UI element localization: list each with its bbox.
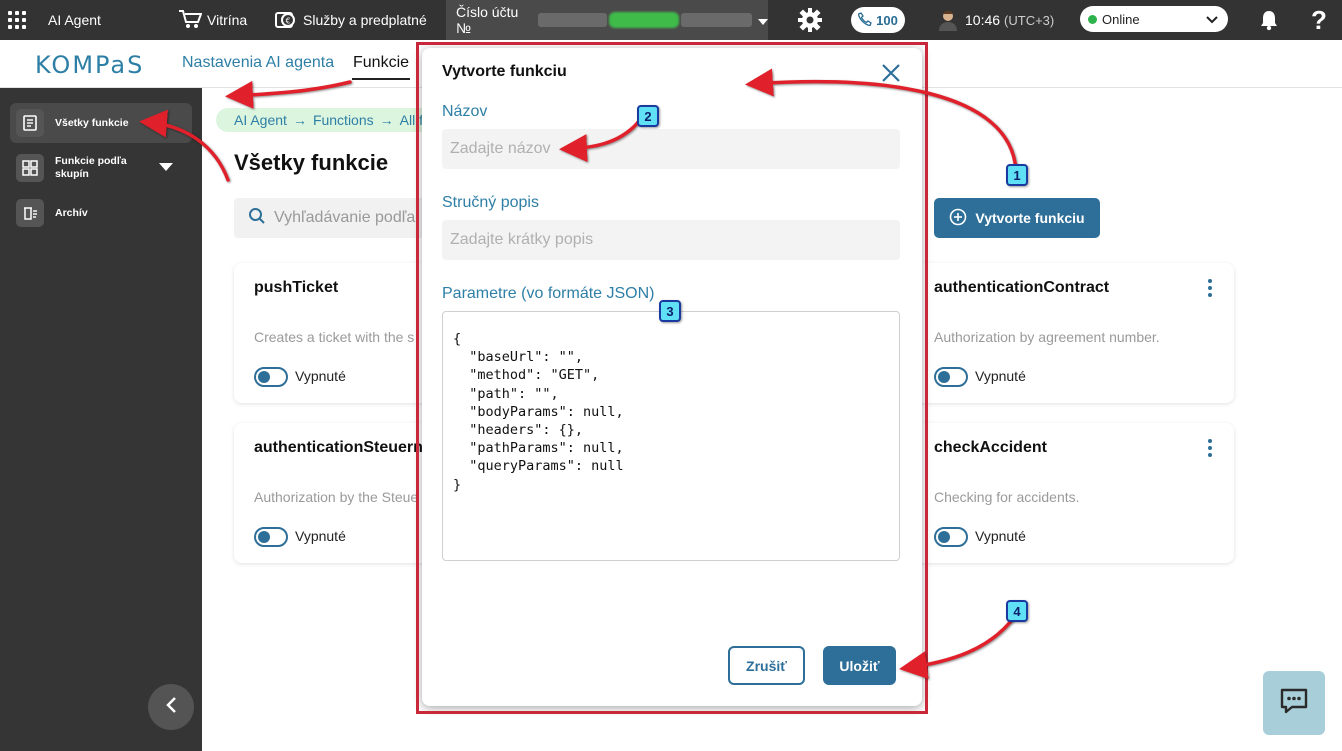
annotation-badge: 1 [1006,164,1028,186]
function-title: authenticationContract [934,279,1110,296]
user-avatar[interactable] [938,0,958,40]
more-vert-icon[interactable] [1208,439,1212,457]
chat-icon [1279,687,1309,720]
active-tab-underline [352,78,410,80]
parameters-label: Parametre (vo formáte JSON) [442,285,655,302]
annotation-badge: 2 [637,105,659,127]
calls-count: 100 [876,12,898,28]
app-name: AI Agent [48,12,101,28]
annotation-badge: 4 [1006,600,1028,622]
nav-agent-settings[interactable]: Nastavenia AI agenta [182,54,334,72]
bell-icon[interactable] [1259,0,1279,40]
showcase-link[interactable]: Vitrína [178,0,247,40]
sidebar-item-label: Všetky funkcie [55,117,129,129]
calls-counter[interactable]: 100 [851,7,905,33]
apps-grid-icon[interactable] [8,0,26,40]
status-dot [1088,14,1097,24]
function-description: Authorization by agreement number. [934,329,1160,345]
create-function-label: Vytvorte funkciu [975,210,1085,226]
description-placeholder: Zadajte krátky popis [450,231,594,248]
time-value: 10:46 [965,12,1001,28]
showcase-label: Vitrína [207,12,248,28]
arrow-right-icon: → [292,112,307,128]
chevron-down-icon [758,12,769,28]
name-label: Názov [442,103,488,120]
timezone-value: (UTC+3) [1004,12,1055,28]
collapse-sidebar-button[interactable] [148,684,194,730]
clock: 10:46 (UTC+3) [965,0,1054,40]
nav-functions[interactable]: Funkcie [353,54,409,72]
status-label: Online [1102,11,1140,27]
logo: KOMPaS [35,51,145,79]
toggle-label: Vypnuté [295,368,346,384]
function-card[interactable]: authenticationSteuern Authorization by t… [234,423,434,563]
document-icon [16,109,44,137]
svg-text:€: € [285,16,290,25]
breadcrumb: AI Agent → Functions → All f [216,108,436,132]
dialog-title: Vytvorte funkciu [442,63,567,80]
caret-down-icon [159,162,173,174]
search-placeholder: Vyhľadávanie podľa [274,209,416,226]
toggle-label: Vypnuté [295,528,346,544]
search-icon [248,207,274,230]
phone-icon [857,11,872,29]
function-card[interactable]: checkAccident Checking for accidents. Vy… [914,423,1234,563]
wallet-icon: € [275,8,297,33]
services-link[interactable]: € Služby a predplatné [275,0,427,40]
account-selector[interactable]: Číslo účtu № [446,0,769,40]
chat-button[interactable] [1263,671,1325,735]
gear-icon[interactable] [797,0,823,40]
toggle-label: Vypnuté [975,368,1026,384]
function-title: pushTicket [254,279,339,296]
function-description: Checking for accidents. [934,489,1080,505]
cart-icon [178,9,203,32]
sidebar-item-all-functions[interactable]: Všetky funkcie [10,103,192,143]
sidebar-item-groups[interactable]: Funkcie podľa skupín [10,148,192,188]
sidebar-item-label: Funkcie podľa skupín [55,155,127,180]
account-number-redacted [537,13,607,27]
function-toggle[interactable] [934,527,968,547]
function-description: Authorization by the Steue [254,489,419,505]
annotation-badge: 3 [659,300,681,322]
function-card[interactable]: pushTicket Creates a ticket with the s V… [234,263,434,403]
search-input[interactable]: Vyhľadávanie podľa [234,198,434,238]
save-button[interactable]: Uložiť [823,646,896,685]
create-function-button[interactable]: Vytvorte funkciu [934,198,1100,238]
help-icon[interactable]: ? [1311,0,1327,40]
function-toggle[interactable] [254,527,288,547]
grid-icon [16,154,44,182]
function-toggle[interactable] [934,367,968,387]
arrow-right-icon: → [379,112,394,128]
top-bar: AI Agent Vitrína € Služby a predplatné Č… [0,0,1342,40]
account-number-redacted [608,12,680,28]
account-label: Číslo účtu № [456,4,519,36]
close-icon[interactable] [880,62,902,84]
toggle-label: Vypnuté [975,528,1026,544]
function-title: authenticationSteuern [254,439,423,456]
page-title: Všetky funkcie [234,150,389,175]
plus-circle-icon [949,208,967,229]
name-placeholder: Zadajte názov [450,140,551,157]
function-description: Creates a ticket with the s [254,329,415,345]
breadcrumb-item[interactable]: AI Agent [234,112,287,128]
sidebar-item-label: Archív [55,207,88,219]
description-label: Stručný popis [442,194,539,211]
function-title: checkAccident [934,439,1047,456]
status-select[interactable]: Online [1080,6,1228,32]
chevron-left-icon [165,696,177,719]
archive-icon [16,199,44,227]
cancel-button[interactable]: Zrušiť [728,646,805,685]
description-field[interactable]: Zadajte krátky popis [442,220,900,260]
more-vert-icon[interactable] [1208,279,1212,297]
parameters-json-editor[interactable]: { "baseUrl": "", "method": "GET", "path"… [442,311,900,561]
breadcrumb-item[interactable]: Functions [313,112,374,128]
function-card[interactable]: authenticationContract Authorization by … [914,263,1234,403]
account-number-redacted [681,13,753,27]
name-field[interactable]: Zadajte názov [442,129,900,169]
chevron-down-icon [1206,12,1218,27]
function-toggle[interactable] [254,367,288,387]
sidebar-item-archive[interactable]: Archív [10,193,192,233]
services-label: Služby a predplatné [303,12,427,28]
